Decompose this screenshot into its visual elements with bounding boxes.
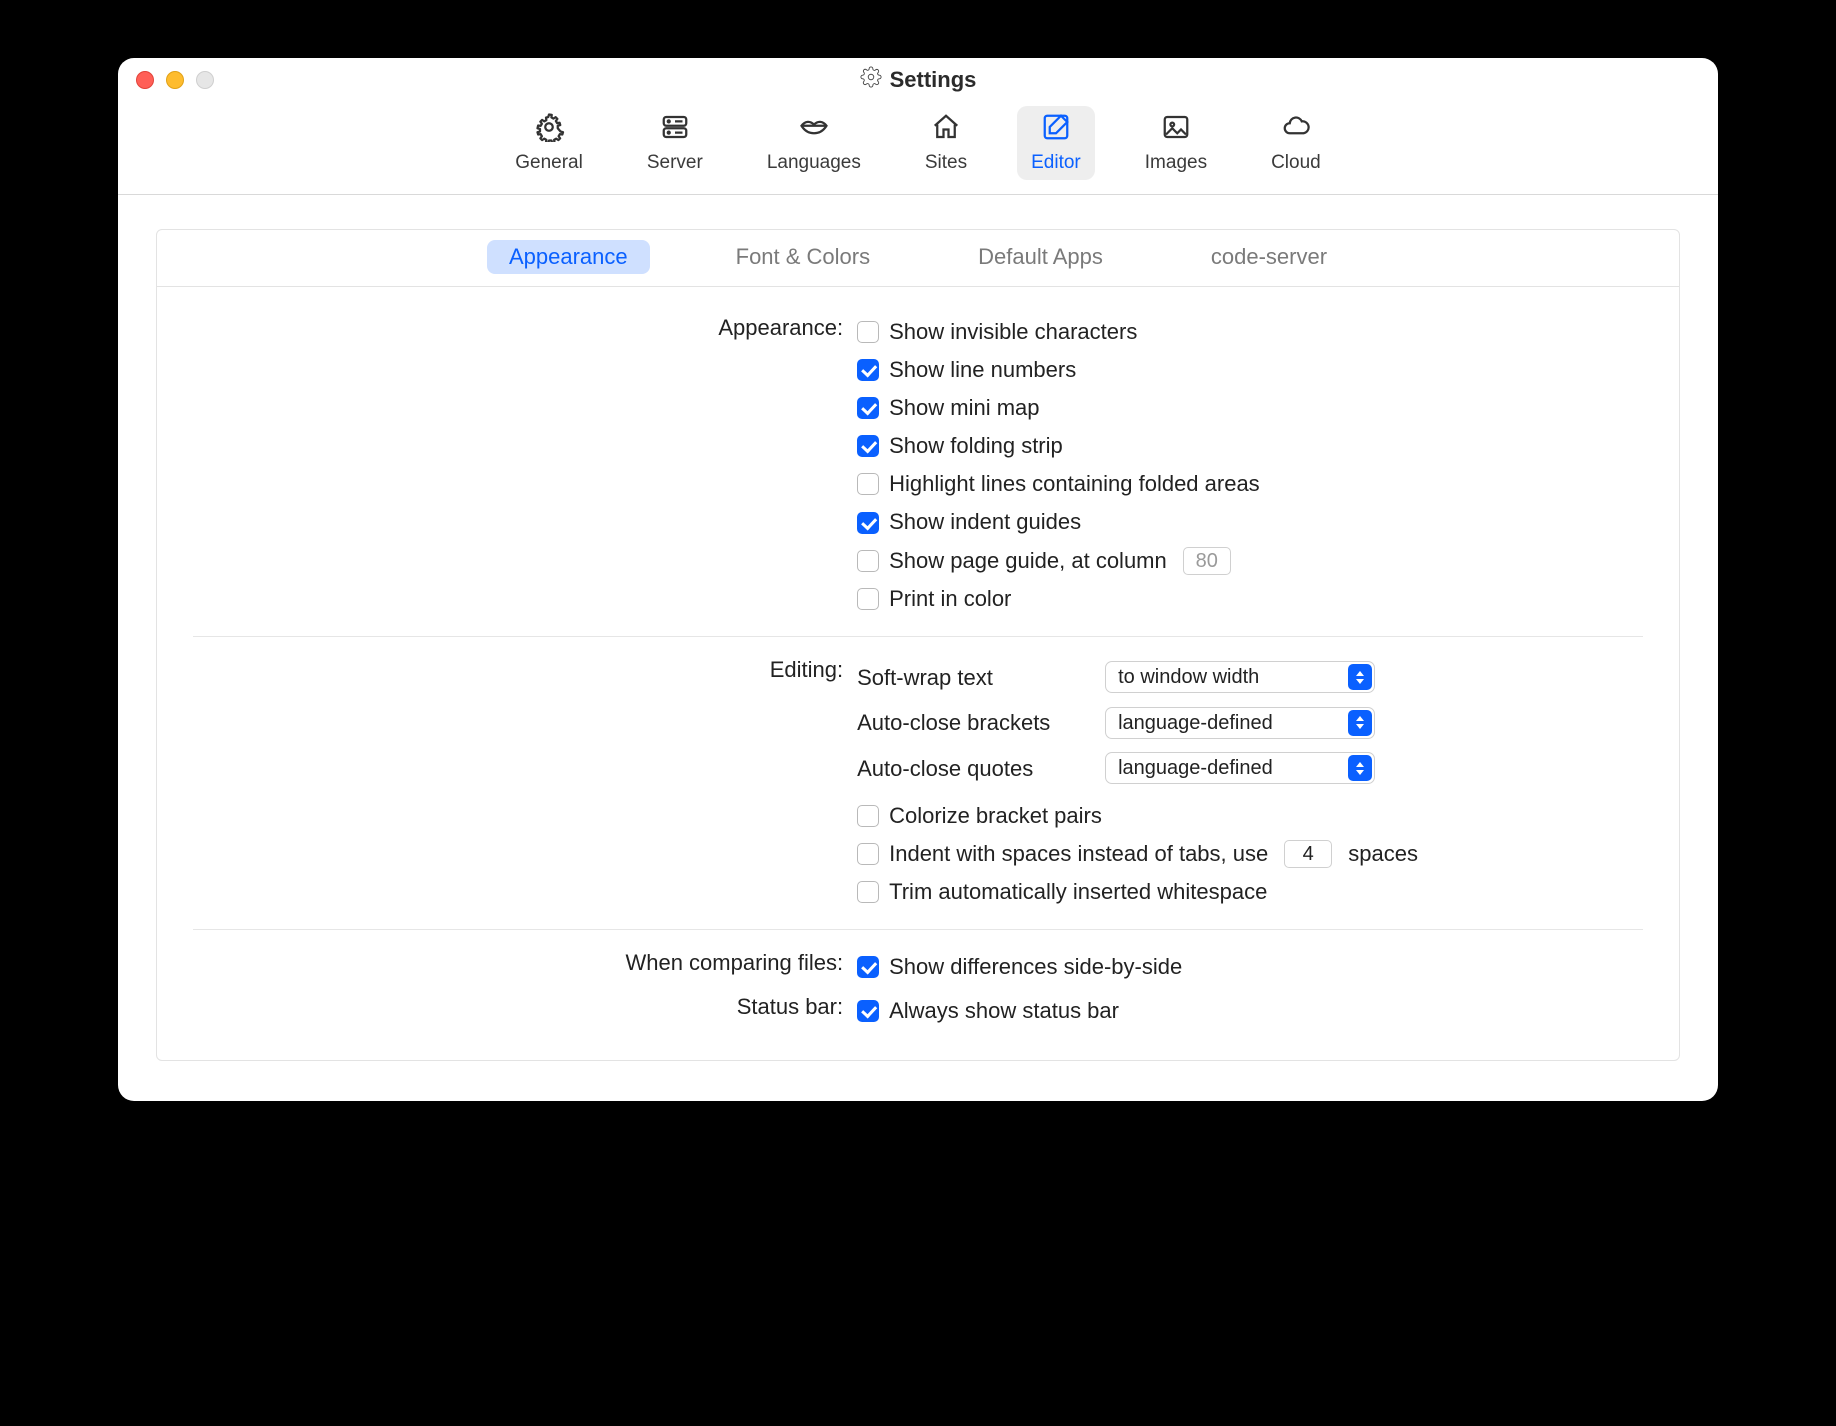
server-icon xyxy=(656,112,694,148)
cloud-icon xyxy=(1277,112,1315,148)
window-title-text: Settings xyxy=(890,67,977,93)
appearance-label: Appearance: xyxy=(157,313,857,341)
close-window-button[interactable] xyxy=(136,71,154,89)
toolbar-item-label: Editor xyxy=(1031,152,1081,174)
gear-icon xyxy=(860,66,882,94)
chk-label: Always show status bar xyxy=(889,994,1119,1028)
window-controls xyxy=(136,71,214,89)
stepper-icon xyxy=(1348,664,1372,690)
window-title: Settings xyxy=(118,66,1718,94)
chk-label: Colorize bracket pairs xyxy=(889,799,1102,833)
group-statusbar: Status bar: Always show status bar xyxy=(157,992,1679,1030)
chk-label: Show line numbers xyxy=(889,353,1076,387)
group-editing: Editing: Soft-wrap text to window width … xyxy=(157,655,1679,911)
chk-print-in-color[interactable] xyxy=(857,588,879,610)
toolbar-item-cloud[interactable]: Cloud xyxy=(1257,106,1335,180)
content-area: Appearance Font & Colors Default Apps co… xyxy=(118,195,1718,1101)
indent-spaces-input[interactable]: 4 xyxy=(1284,840,1332,868)
toolbar-item-server[interactable]: Server xyxy=(633,106,717,180)
statusbar-label: Status bar: xyxy=(157,992,857,1020)
divider xyxy=(193,636,1643,637)
edit-icon xyxy=(1037,112,1075,148)
chk-show-line-numbers[interactable] xyxy=(857,359,879,381)
chk-show-invisible[interactable] xyxy=(857,321,879,343)
softwrap-label: Soft-wrap text xyxy=(857,659,1087,696)
image-icon xyxy=(1157,112,1195,148)
divider xyxy=(193,929,1643,930)
select-value: to window width xyxy=(1118,660,1259,694)
toolbar-item-general[interactable]: General xyxy=(501,106,597,180)
chk-side-by-side[interactable] xyxy=(857,956,879,978)
chk-label: Show indent guides xyxy=(889,505,1081,539)
segment-bar: Appearance Font & Colors Default Apps co… xyxy=(157,230,1679,287)
stepper-icon xyxy=(1348,710,1372,736)
form: Appearance: Show invisible characters Sh… xyxy=(157,287,1679,1060)
toolbar-item-label: Server xyxy=(647,152,703,174)
chk-show-indent-guides[interactable] xyxy=(857,512,879,534)
segment-font-colors[interactable]: Font & Colors xyxy=(714,240,893,274)
gear-icon xyxy=(530,112,568,148)
settings-window: Settings General Server Languages Sites … xyxy=(118,58,1718,1101)
segment-appearance[interactable]: Appearance xyxy=(487,240,650,274)
chk-show-minimap[interactable] xyxy=(857,397,879,419)
toolbar-item-editor[interactable]: Editor xyxy=(1017,106,1095,180)
chk-indent-with-spaces[interactable] xyxy=(857,843,879,865)
lips-icon xyxy=(795,112,833,148)
select-value: language-defined xyxy=(1118,706,1273,740)
autoclose-quotes-label: Auto-close quotes xyxy=(857,750,1087,787)
autoclose-quotes-select[interactable]: language-defined xyxy=(1105,752,1375,784)
chk-colorize-brackets[interactable] xyxy=(857,805,879,827)
titlebar: Settings xyxy=(118,58,1718,102)
chk-label: Indent with spaces instead of tabs, use xyxy=(889,837,1268,871)
group-appearance: Appearance: Show invisible characters Sh… xyxy=(157,313,1679,618)
segment-default-apps[interactable]: Default Apps xyxy=(956,240,1125,274)
editing-label: Editing: xyxy=(157,655,857,683)
select-value: language-defined xyxy=(1118,751,1273,785)
toolbar-item-label: Images xyxy=(1145,152,1207,174)
chk-label: Show folding strip xyxy=(889,429,1063,463)
segment-code-server[interactable]: code-server xyxy=(1189,240,1349,274)
chk-label: Show differences side-by-side xyxy=(889,950,1182,984)
chk-label: Print in color xyxy=(889,582,1011,616)
chk-trim-whitespace[interactable] xyxy=(857,881,879,903)
toolbar-item-label: Languages xyxy=(767,152,861,174)
zoom-window-button[interactable] xyxy=(196,71,214,89)
page-guide-column-input[interactable]: 80 xyxy=(1183,547,1231,575)
toolbar-item-images[interactable]: Images xyxy=(1131,106,1221,180)
chk-always-show-statusbar[interactable] xyxy=(857,1000,879,1022)
chk-label: Show mini map xyxy=(889,391,1039,425)
indent-spaces-suffix: spaces xyxy=(1348,837,1418,871)
softwrap-select[interactable]: to window width xyxy=(1105,661,1375,693)
house-icon xyxy=(927,112,965,148)
minimize-window-button[interactable] xyxy=(166,71,184,89)
chk-show-page-guide[interactable] xyxy=(857,550,879,572)
group-compare: When comparing files: Show differences s… xyxy=(157,948,1679,986)
editor-panel: Appearance Font & Colors Default Apps co… xyxy=(156,229,1680,1061)
toolbar-item-label: General xyxy=(515,152,583,174)
autoclose-brackets-label: Auto-close brackets xyxy=(857,704,1087,741)
chk-label: Highlight lines containing folded areas xyxy=(889,467,1260,501)
settings-toolbar: General Server Languages Sites Editor Im… xyxy=(118,102,1718,195)
toolbar-item-sites[interactable]: Sites xyxy=(911,106,981,180)
chk-label: Show invisible characters xyxy=(889,315,1137,349)
chk-label: Show page guide, at column xyxy=(889,544,1167,578)
compare-label: When comparing files: xyxy=(157,948,857,976)
toolbar-item-label: Cloud xyxy=(1271,152,1321,174)
autoclose-brackets-select[interactable]: language-defined xyxy=(1105,707,1375,739)
chk-show-folding-strip[interactable] xyxy=(857,435,879,457)
toolbar-item-languages[interactable]: Languages xyxy=(753,106,875,180)
toolbar-item-label: Sites xyxy=(925,152,967,174)
chk-highlight-folded[interactable] xyxy=(857,473,879,495)
stepper-icon xyxy=(1348,755,1372,781)
chk-label: Trim automatically inserted whitespace xyxy=(889,875,1267,909)
